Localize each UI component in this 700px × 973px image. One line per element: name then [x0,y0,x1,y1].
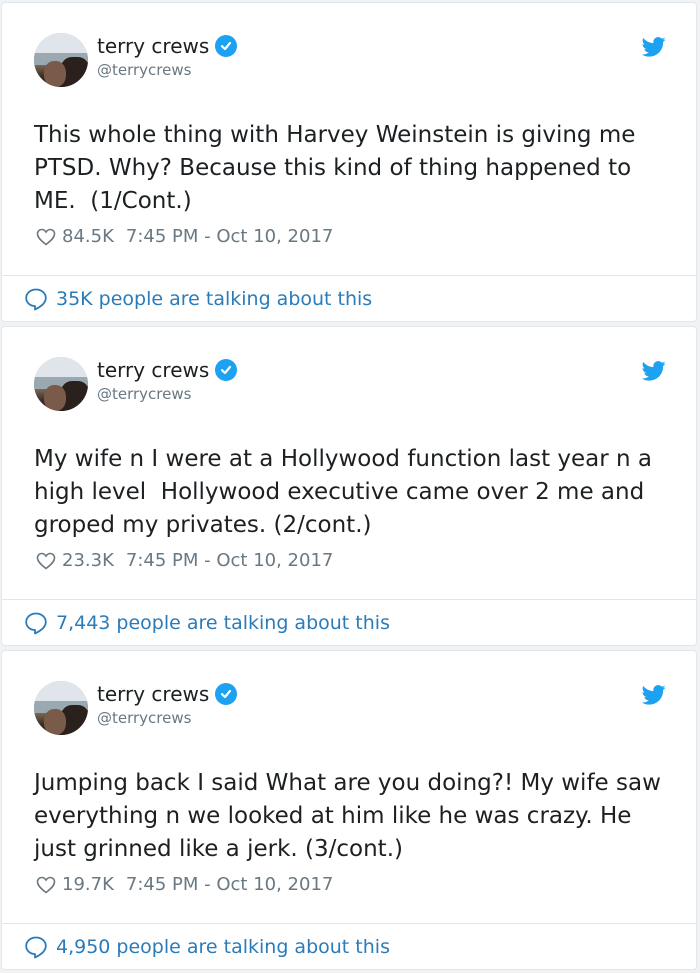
divider [2,599,696,600]
author-handle[interactable]: @terrycrews [97,385,191,403]
tweet-card[interactable]: terry crews @terrycrews This whole thing… [1,2,697,322]
author-name-row[interactable]: terry crews [97,682,238,706]
avatar[interactable] [34,681,88,735]
tweet-card[interactable]: terry crews @terrycrews Jumping back I s… [1,650,697,970]
heart-icon[interactable] [36,876,56,894]
tweet-text: Jumping back I said What are you doing?!… [34,770,669,862]
conversation-link[interactable]: 35K people are talking about this [24,287,372,311]
tweet-text: My wife n I were at a Hollywood function… [34,446,660,538]
heart-icon[interactable] [36,552,56,570]
conversation-count[interactable]: 4,950 people are talking about this [56,936,390,958]
like-count[interactable]: 19.7K [62,874,114,895]
speech-bubble-icon [25,612,47,635]
conversation-link[interactable]: 7,443 people are talking about this [24,611,390,635]
timestamp[interactable]: 7:45 PM - Oct 10, 2017 [126,226,333,247]
divider [2,275,696,276]
tweet-text: This whole thing with Harvey Weinstein i… [34,122,643,214]
twitter-bird-icon[interactable] [642,361,666,381]
heart-icon[interactable] [36,228,56,246]
timestamp[interactable]: 7:45 PM - Oct 10, 2017 [126,550,333,571]
speech-bubble-icon [25,936,47,959]
author-name[interactable]: terry crews [97,358,209,382]
twitter-bird-icon[interactable] [642,37,666,57]
verified-badge-icon [215,35,238,57]
tweet-meta: 23.3K 7:45 PM - Oct 10, 2017 [36,550,333,571]
tweet-meta: 84.5K 7:45 PM - Oct 10, 2017 [36,226,333,247]
conversation-count[interactable]: 7,443 people are talking about this [56,612,390,634]
timestamp[interactable]: 7:45 PM - Oct 10, 2017 [126,874,333,895]
author-handle[interactable]: @terrycrews [97,61,191,79]
author-name[interactable]: terry crews [97,34,209,58]
like-count[interactable]: 23.3K [62,550,114,571]
tweet-meta: 19.7K 7:45 PM - Oct 10, 2017 [36,874,333,895]
tweet-card[interactable]: terry crews @terrycrews My wife n I were… [1,326,697,646]
author-name-row[interactable]: terry crews [97,34,238,58]
verified-badge-icon [215,683,238,705]
author-name-row[interactable]: terry crews [97,358,238,382]
divider [2,923,696,924]
conversation-link[interactable]: 4,950 people are talking about this [24,935,390,959]
author-name[interactable]: terry crews [97,682,209,706]
twitter-bird-icon[interactable] [642,685,666,705]
avatar[interactable] [34,33,88,87]
verified-badge-icon [215,359,238,381]
speech-bubble-icon [25,288,47,311]
author-handle[interactable]: @terrycrews [97,709,191,727]
avatar[interactable] [34,357,88,411]
like-count[interactable]: 84.5K [62,226,114,247]
conversation-count[interactable]: 35K people are talking about this [56,288,372,310]
